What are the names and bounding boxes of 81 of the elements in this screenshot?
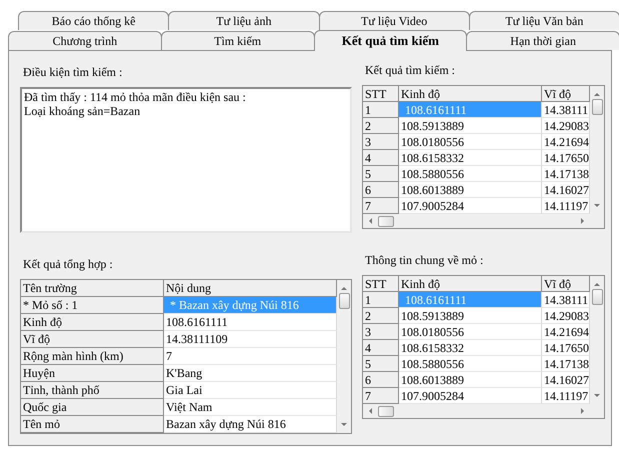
table-cell: 108.0180556 [399,324,542,340]
table-cell: Tên mỏ [21,416,164,433]
table-cell: 5 [363,166,399,182]
table-cell: 14.38111 [542,102,590,118]
tab[interactable]: Hạn thời gian [466,31,619,50]
table-cell: 14.17138 [542,356,590,372]
column-header[interactable]: Vĩ độ [542,86,590,102]
table-cell: 108.5913889 [399,308,542,324]
column-header[interactable]: Kinh độ [399,86,542,102]
table-cell: 14.17650 [542,150,590,166]
table-cell: 6 [363,372,399,388]
table-cell: Rộng màn hình (km) [21,348,164,365]
table-cell: 6 [363,182,399,198]
table-cell: 108.6161111 [399,102,542,118]
table-cell: Quốc gia [21,399,164,416]
table-cell: 14.17138 [542,166,590,182]
table-cell: Kinh độ [21,314,164,331]
table-cell: 5 [363,356,399,372]
table-cell: 1 [363,292,399,308]
table-cell: 107.9005284 [399,198,542,214]
table-cell: 2 [363,308,399,324]
table-cell: 108.6013889 [399,372,542,388]
table-cell: 108.6158332 [399,150,542,166]
table-cell: 108.5880556 [399,356,542,372]
section-label: Kết quả tổng hợp : [22,257,114,273]
table-cell: Gia Lai [164,382,337,399]
table-cell: Huyện [21,365,164,382]
table-cell: 108.6158332 [399,340,542,356]
table-cell: K'Bang [164,365,337,382]
table-cell: 108.0180556 [399,134,542,150]
table-cell: 108.6161111 [399,292,542,308]
column-header[interactable]: STT [363,276,399,292]
section-label: Kết quả tìm kiếm : [364,63,456,79]
table-cell: * Bazan xây dựng Núi 816 [164,297,337,314]
table-cell: 7 [363,198,399,214]
table-cell: Tỉnh, thành phố [21,382,164,399]
table-cell: 107.9005284 [399,388,542,404]
table-cell: 7 [363,388,399,404]
table-cell: 14.11197 [542,388,590,404]
table-cell: 14.16027 [542,372,590,388]
table-cell: Vĩ độ [21,331,164,348]
tab[interactable]: Báo cáo thống kê [18,11,170,30]
table-cell: 3 [363,324,399,340]
table-cell: 14.38111 [542,292,590,308]
tab[interactable]: Tìm kiếm [160,31,314,50]
column-header[interactable]: Nội dung [164,280,337,297]
result-text-line: Đã tìm thấy : 114 mỏ thỏa mãn điều kiện sau : [24,90,247,104]
result-text-area[interactable]: Đã tìm thấy : 114 mỏ thỏa mãn điều kiện sau : Loại khoáng sản=Bazan [20,87,352,233]
section-label: Điều kiện tìm kiếm : [22,64,124,81]
tab[interactable]: Tư liệu Video [318,11,470,30]
column-header[interactable]: Tên trường [21,280,164,297]
table-cell: 108.5880556 [399,166,542,182]
table-cell: 1 [363,102,399,118]
table-cell: 108.6161111 [164,314,337,331]
table-cell: 14.29083 [542,118,590,134]
tab[interactable]: Tư liệu Văn bản [468,11,619,30]
tab[interactable]: Chương trình [8,31,162,50]
table-cell: 4 [363,150,399,166]
column-header[interactable]: Kinh độ [399,276,542,292]
tab[interactable]: Kết quả tìm kiếm [314,30,468,51]
table-cell: 14.38111109 [164,331,337,348]
table-cell: 108.6013889 [399,182,542,198]
table-cell: 14.29083 [542,308,590,324]
table-cell: 2 [363,118,399,134]
table-cell: 108.5913889 [399,118,542,134]
table-cell: 14.21694 [542,324,590,340]
table-cell: * Mỏ số : 1 [21,297,164,314]
table-cell: 14.17650 [542,340,590,356]
table-cell: 7 [164,348,337,365]
table-cell: 14.11197 [542,198,590,214]
table-cell: 14.21694 [542,134,590,150]
table-cell: 14.16027 [542,182,590,198]
table-cell: Bazan xây dựng Núi 816 [164,416,337,433]
column-header[interactable]: STT [363,86,399,102]
tab[interactable]: Tư liệu ảnh [168,11,320,30]
table-cell: Việt Nam [164,399,337,416]
section-label: Thông tin chung về mỏ : [364,253,484,269]
column-header[interactable]: Vĩ độ [542,276,590,292]
result-text-line: Loại khoáng sản=Bazan [24,104,142,118]
table-cell: 4 [363,340,399,356]
table-cell: 3 [363,134,399,150]
